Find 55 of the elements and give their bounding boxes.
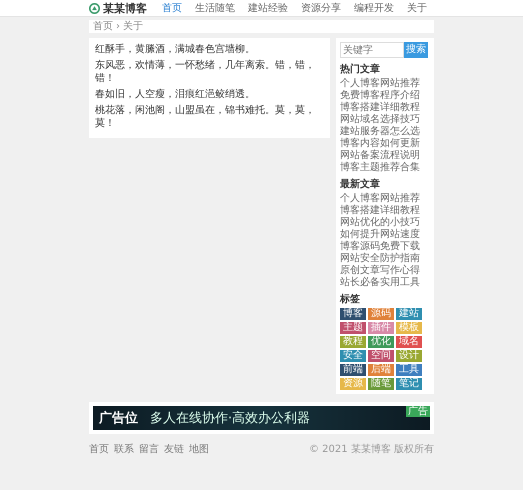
ad-slogan: 多人在线协作·高效办公利器	[150, 410, 310, 427]
footer-link[interactable]: 首页	[89, 442, 109, 456]
tag-link[interactable]: 工具	[396, 364, 422, 376]
article-link[interactable]: 网站优化的小技巧	[340, 217, 430, 229]
section-heading: 热门文章	[340, 62, 381, 76]
tag-link[interactable]: 建站	[396, 308, 422, 320]
tag-link[interactable]: 随笔	[368, 378, 394, 390]
article-link[interactable]: 博客主题推荐合集	[340, 162, 430, 174]
article-link[interactable]: 网站安全防护指南	[340, 253, 430, 265]
ad-label: 广告位	[99, 410, 138, 427]
nav-link[interactable]: 关于	[407, 1, 427, 15]
tag-link[interactable]: 主题	[340, 322, 366, 334]
article-link[interactable]: 如何提升网站速度	[340, 229, 430, 241]
article-link[interactable]: 原创文章写作心得	[340, 265, 430, 277]
breadcrumb-separator: ›	[116, 20, 120, 33]
footer-link[interactable]: 友链	[164, 442, 184, 456]
tag-link[interactable]: 域名	[396, 336, 422, 348]
tag-link[interactable]: 优化	[368, 336, 394, 348]
footer-link[interactable]: 地图	[189, 442, 209, 456]
tag-link[interactable]: 安全	[340, 350, 366, 362]
nav-link[interactable]: 编程开发	[354, 1, 394, 15]
article-link[interactable]: 免费博客程序介绍	[340, 90, 430, 102]
article-link[interactable]: 站长必备实用工具	[340, 277, 430, 289]
tag-link[interactable]: 笔记	[396, 378, 422, 390]
article-link[interactable]: 网站域名选择技巧	[340, 114, 430, 126]
breadcrumb-link[interactable]: 关于	[123, 20, 143, 33]
article-link[interactable]: 个人博客网站推荐	[340, 78, 430, 90]
search-button[interactable]: 搜索	[404, 42, 428, 58]
article-link[interactable]: 博客源码免费下载	[340, 241, 430, 253]
nav-link[interactable]: 首页	[162, 1, 182, 15]
section-heading: 标签	[340, 292, 361, 306]
tag-link[interactable]: 博客	[340, 308, 366, 320]
poem-line: 桃花落，闲池阁，山盟虽在，锦书难托。莫，莫，莫！	[95, 104, 316, 130]
tag-link[interactable]: 前端	[340, 364, 366, 376]
article-link[interactable]: 博客搭建详细教程	[340, 102, 430, 114]
section-heading: 最新文章	[340, 177, 381, 191]
poem-line: 东风恶，欢情薄，一怀愁绪，几年离索。错，错，错！	[95, 59, 316, 85]
site-logo[interactable]: 某某博客	[103, 0, 147, 16]
article-link[interactable]: 网站备案流程说明	[340, 150, 430, 162]
nav-link[interactable]: 资源分享	[301, 1, 341, 15]
poem-line: 春如旧，人空瘦，泪痕红浥鲛绡透。	[95, 88, 256, 101]
article-link[interactable]: 博客搭建详细教程	[340, 205, 430, 217]
copyright-text: © 2021 某某博客 版权所有	[309, 442, 434, 456]
breadcrumb-link[interactable]: 首页	[93, 20, 113, 33]
poem-line: 红酥手，黄縢酒，满城春色宫墙柳。	[95, 43, 256, 56]
tag-link[interactable]: 空间	[368, 350, 394, 362]
logo-icon	[89, 2, 100, 14]
search-field[interactable]: 关键字	[340, 42, 404, 58]
footer-link[interactable]: 留言	[139, 442, 159, 456]
nav-link[interactable]: 建站经验	[248, 1, 288, 15]
article-link[interactable]: 博客内容如何更新	[340, 138, 430, 150]
footer-link[interactable]: 联系	[114, 442, 134, 456]
nav-link[interactable]: 生活随笔	[195, 1, 235, 15]
article-link[interactable]: 建站服务器怎么选	[340, 126, 430, 138]
article-link[interactable]: 个人博客网站推荐	[340, 193, 430, 205]
